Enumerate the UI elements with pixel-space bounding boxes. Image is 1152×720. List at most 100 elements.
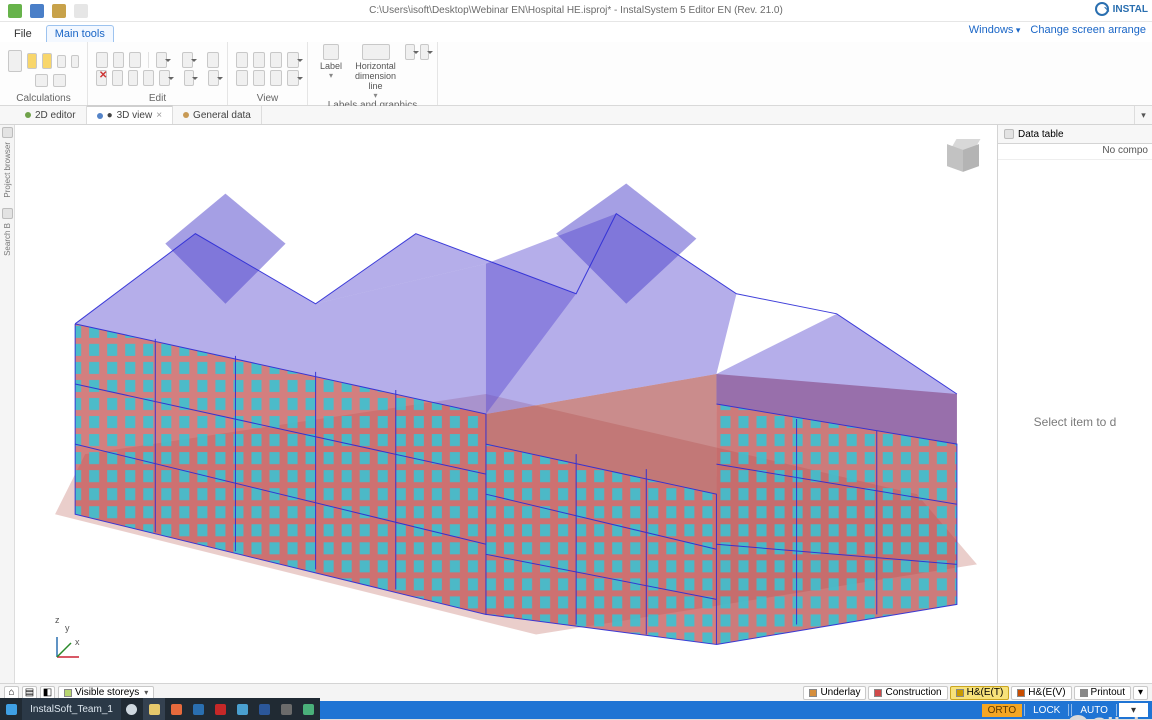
task-mail-icon[interactable]	[231, 698, 253, 720]
edit-undo-icon[interactable]	[112, 70, 123, 86]
toggle-orto[interactable]: ORTO	[982, 704, 1023, 717]
edit-more-icon[interactable]	[208, 70, 219, 86]
toggle-hev[interactable]: H&(E(V)	[1011, 686, 1071, 700]
ribbon-group-calc: Calculations	[0, 42, 88, 105]
view-camera-icon[interactable]	[287, 70, 299, 86]
task-misc-icon[interactable]	[298, 698, 320, 720]
tab-3d-label: 3D view	[117, 110, 153, 121]
task-search-icon[interactable]	[121, 698, 143, 720]
title-bar: C:\Users\isoft\Desktop\Webinar EN\Hospit…	[0, 0, 1152, 22]
tab-2d-label: 2D editor	[35, 110, 76, 121]
task-word-icon[interactable]	[254, 698, 276, 720]
data-table-sub: No compo	[998, 144, 1152, 160]
brand-logo: INSTAL	[1095, 2, 1148, 16]
data-table-title: Data table	[1018, 129, 1064, 140]
visible-storeys-label: Visible storeys	[75, 687, 139, 698]
document-tabs: 2D editor ● 3D view × General data ▾	[0, 106, 1152, 125]
data-table-panel: Data table No compo Select item to d	[997, 125, 1152, 683]
edit-mirror-icon[interactable]	[184, 70, 195, 86]
label-button[interactable]: Label ▾	[316, 44, 346, 81]
calc-table-icon[interactable]	[8, 50, 22, 72]
vt-more[interactable]: ▾	[1133, 686, 1148, 700]
new-icon[interactable]	[74, 4, 88, 18]
viewport-3d[interactable]: zyx	[15, 125, 997, 683]
view-persp-icon[interactable]	[253, 70, 265, 86]
view-shade-icon[interactable]	[270, 70, 282, 86]
tab-2d-editor[interactable]: 2D editor	[15, 106, 87, 124]
calc-small1-icon[interactable]	[35, 74, 48, 87]
storey-swatch-icon	[64, 689, 72, 697]
edit-copy-icon[interactable]	[96, 52, 108, 68]
task-app-icon[interactable]	[0, 698, 22, 720]
calc-misc-icon[interactable]	[71, 55, 79, 68]
tabs-overflow[interactable]: ▾	[1134, 106, 1152, 124]
toggle-construction[interactable]: Construction	[868, 686, 947, 700]
tab-2d-dot-icon	[25, 112, 31, 118]
menu-arrange[interactable]: Change screen arrange	[1030, 24, 1146, 36]
ribbon-group-labels: Label ▾ Horizontal dimension line ▾ Labe…	[308, 42, 438, 105]
edit-paste-icon[interactable]	[113, 52, 125, 68]
hdim-button-text: Horizontal dimension line	[355, 62, 396, 92]
tab-3d-dot-icon	[97, 113, 103, 119]
calc-small2-icon[interactable]	[53, 74, 66, 87]
menu-main-tools[interactable]: Main tools	[46, 25, 114, 42]
menu-windows[interactable]: Windows	[969, 24, 1021, 36]
tab-general-data[interactable]: General data	[173, 106, 262, 124]
calc-fx2-icon[interactable]	[42, 53, 52, 69]
ribbon: Calculations	[0, 42, 1152, 106]
ribbon-group-edit: Edit	[88, 42, 228, 105]
open-icon[interactable]	[52, 4, 66, 18]
toggle-lock[interactable]: LOCK	[1027, 704, 1066, 717]
calc-fx-icon[interactable]	[27, 53, 37, 69]
edit-cut-icon[interactable]	[129, 52, 141, 68]
hdim-button[interactable]: Horizontal dimension line ▾	[351, 44, 400, 100]
view-ortho-icon[interactable]	[236, 70, 248, 86]
brand-text: INSTAL	[1113, 4, 1148, 15]
labels-more1-icon[interactable]	[405, 44, 414, 60]
save-icon[interactable]	[30, 4, 44, 18]
edit-rot-icon[interactable]	[159, 70, 170, 86]
pin-label-project: Project browser	[3, 142, 12, 198]
edit-find-icon[interactable]	[143, 70, 154, 86]
edit-redo-icon[interactable]	[128, 70, 139, 86]
labels-more2-icon[interactable]	[420, 44, 429, 60]
pin-project-browser[interactable]	[2, 127, 13, 138]
watermark: Click	[1067, 713, 1146, 720]
view-zoomout-icon[interactable]	[253, 52, 265, 68]
view-fit-icon[interactable]	[270, 52, 282, 68]
toggle-underlay[interactable]: Underlay	[803, 686, 866, 700]
left-dock: Project browser Search B	[0, 125, 15, 683]
menu-bar: File Main tools Windows Change screen ar…	[0, 22, 1152, 42]
menu-file[interactable]: File	[6, 26, 40, 42]
edit-dist-icon[interactable]	[182, 52, 194, 68]
edit-align-icon[interactable]	[156, 52, 168, 68]
task-settings-icon[interactable]	[276, 698, 298, 720]
edit-delete-icon[interactable]	[96, 70, 107, 86]
app-home-icon[interactable]	[8, 4, 22, 18]
task-explorer-icon[interactable]	[143, 698, 165, 720]
workarea: Project browser Search B	[0, 125, 1152, 683]
tab-3d-view[interactable]: ● 3D view ×	[87, 105, 173, 124]
pin-search[interactable]	[2, 208, 13, 219]
ribbon-label-view: View	[236, 93, 299, 105]
data-table-icon	[1004, 129, 1014, 139]
brand-ring-icon	[1095, 2, 1109, 16]
calc-arrow-icon[interactable]	[57, 55, 65, 68]
tab-3d-close-icon[interactable]: ×	[156, 110, 162, 121]
view-cube[interactable]	[947, 139, 983, 175]
ribbon-label-edit: Edit	[96, 93, 219, 105]
window-title: C:\Users\isoft\Desktop\Webinar EN\Hospit…	[0, 5, 1152, 16]
task-app-label[interactable]: InstalSoft_Team_1	[22, 698, 121, 720]
axis-gizmo[interactable]: zyx	[49, 635, 81, 663]
edit-list-icon[interactable]	[207, 52, 219, 68]
toggle-het[interactable]: H&(E(T)	[950, 686, 1010, 700]
ribbon-label-calc: Calculations	[8, 93, 79, 105]
toggle-printout[interactable]: Printout	[1074, 686, 1131, 700]
task-store-icon[interactable]	[187, 698, 209, 720]
view-pan-icon[interactable]	[287, 52, 299, 68]
task-pdf-icon[interactable]	[209, 698, 231, 720]
view-zoomin-icon[interactable]	[236, 52, 248, 68]
task-browser-icon[interactable]	[165, 698, 187, 720]
pin-label-search: Search B	[3, 223, 12, 256]
building-model	[15, 125, 997, 683]
